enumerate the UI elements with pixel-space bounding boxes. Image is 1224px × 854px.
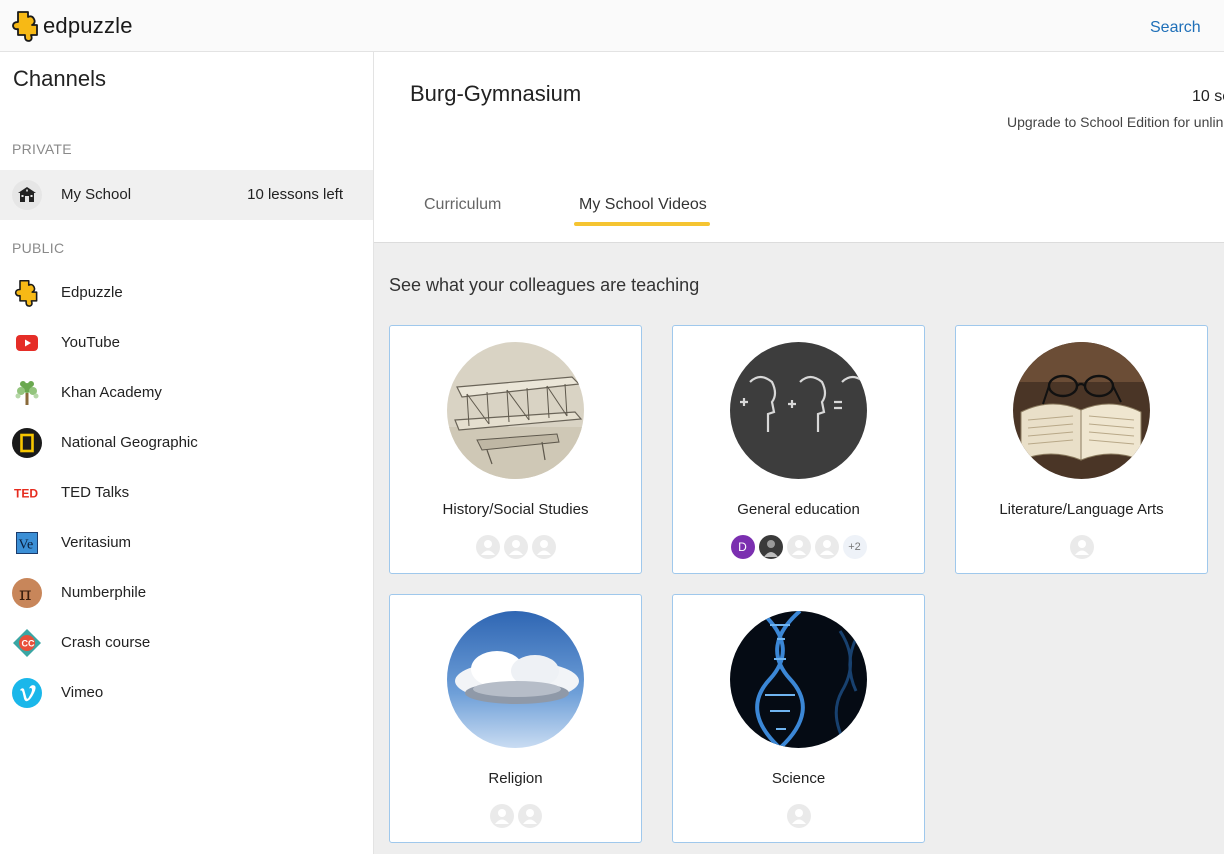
numberphile-icon: π <box>12 578 42 608</box>
sidebar-item-label: Khan Academy <box>61 384 162 401</box>
sidebar-item-crash-course[interactable]: CC Crash course <box>0 618 373 668</box>
sidebar-item-label: My School <box>61 186 132 203</box>
school-icon <box>12 180 42 210</box>
svg-text:TED: TED <box>14 487 38 501</box>
sidebar-item-label: TED Talks <box>61 484 130 501</box>
user-placeholder-icon <box>786 535 811 559</box>
subject-card-literature[interactable]: Literature/Language Arts <box>955 325 1208 574</box>
section-heading: See what your colleagues are teaching <box>389 275 700 295</box>
card-title: History/Social Studies <box>442 501 589 518</box>
main-content: Burg-Gymnasium 10 se Upgrade to School E… <box>374 52 1224 854</box>
card-title: Religion <box>488 770 543 787</box>
user-placeholder-icon <box>531 535 556 559</box>
user-placeholder-icon <box>517 804 542 828</box>
ted-icon: TED <box>12 478 42 508</box>
active-tab-indicator <box>574 222 710 226</box>
crash-course-icon: CC <box>12 628 42 658</box>
sidebar-item-label: Crash course <box>61 634 151 651</box>
edpuzzle-icon <box>12 278 42 308</box>
lessons-count: 10 se <box>1192 88 1224 105</box>
card-title: General education <box>737 501 860 518</box>
user-placeholder-icon <box>1069 535 1094 559</box>
subject-card-history[interactable]: History/Social Studies <box>389 325 642 574</box>
subject-card-general-education[interactable]: General education D +2 <box>672 325 925 574</box>
school-header: Burg-Gymnasium 10 se Upgrade to School E… <box>374 52 1224 243</box>
tab-my-school-videos[interactable]: My School Videos <box>579 196 707 214</box>
user-placeholder-icon <box>503 535 528 559</box>
teacher-avatars: D +2 <box>673 535 924 559</box>
khan-academy-icon <box>12 378 42 408</box>
tab-curriculum[interactable]: Curriculum <box>424 196 501 214</box>
sidebar-item-numberphile[interactable]: π Numberphile <box>0 568 373 618</box>
card-title: Science <box>771 770 826 787</box>
search-link[interactable]: Search <box>1150 19 1201 37</box>
book-glasses-image <box>1013 342 1150 479</box>
page-title: Burg-Gymnasium <box>410 81 582 106</box>
sidebar-item-my-school[interactable]: My School 10 lessons left <box>0 170 373 220</box>
cloud-sky-image <box>447 611 584 748</box>
teacher-avatars <box>956 535 1207 559</box>
lessons-left-count: 10 lessons left <box>247 186 343 203</box>
edpuzzle-logo-icon <box>12 11 38 42</box>
card-title: Literature/Language Arts <box>999 501 1164 518</box>
top-bar: edpuzzle Search <box>0 0 1224 52</box>
user-avatar-initial: D <box>730 535 755 559</box>
more-avatars-count: +2 <box>842 535 867 559</box>
sidebar-item-youtube[interactable]: YouTube <box>0 318 373 368</box>
sidebar-item-label: Edpuzzle <box>61 284 123 301</box>
upgrade-link[interactable]: Upgrade to School Edition for unlin <box>1007 114 1223 130</box>
user-placeholder-icon <box>814 535 839 559</box>
public-section-label: PUBLIC <box>12 240 65 256</box>
user-placeholder-icon <box>489 804 514 828</box>
dna-image <box>730 611 867 748</box>
user-placeholder-icon <box>475 535 500 559</box>
youtube-icon <box>12 328 42 358</box>
teacher-avatars <box>673 804 924 828</box>
sidebar-item-national-geographic[interactable]: National Geographic <box>0 418 373 468</box>
svg-text:π: π <box>19 583 32 605</box>
sidebar-item-label: National Geographic <box>61 434 198 451</box>
chalkboard-heads-image <box>730 342 867 479</box>
edpuzzle-logo[interactable]: edpuzzle <box>12 10 133 42</box>
teacher-avatars <box>390 804 641 828</box>
sidebar-item-vimeo[interactable]: Vimeo <box>0 668 373 718</box>
sidebar-item-label: Vimeo <box>61 684 104 701</box>
channels-sidebar: Channels PRIVATE My School 10 lessons le… <box>0 52 374 854</box>
sidebar-item-khan-academy[interactable]: Khan Academy <box>0 368 373 418</box>
svg-text:CC: CC <box>22 639 35 649</box>
sidebar-item-label: Numberphile <box>61 584 147 601</box>
national-geographic-icon <box>12 428 42 458</box>
vimeo-icon <box>12 678 42 708</box>
sidebar-item-edpuzzle[interactable]: Edpuzzle <box>0 268 373 318</box>
airplane-image <box>447 342 584 479</box>
teacher-avatars <box>390 535 641 559</box>
user-avatar-photo <box>758 535 783 559</box>
channels-title: Channels <box>13 66 106 91</box>
sidebar-item-veritasium[interactable]: Ve Veritasium <box>0 518 373 568</box>
sidebar-item-label: YouTube <box>61 334 120 351</box>
sidebar-item-label: Veritasium <box>61 534 132 551</box>
user-placeholder-icon <box>786 804 811 828</box>
private-section-label: PRIVATE <box>12 141 72 157</box>
subject-card-science[interactable]: Science <box>672 594 925 843</box>
logo-text: edpuzzle <box>43 13 133 38</box>
sidebar-item-ted-talks[interactable]: TED TED Talks <box>0 468 373 518</box>
subject-card-religion[interactable]: Religion <box>389 594 642 843</box>
veritasium-icon: Ve <box>12 528 42 558</box>
svg-text:Ve: Ve <box>19 538 34 553</box>
